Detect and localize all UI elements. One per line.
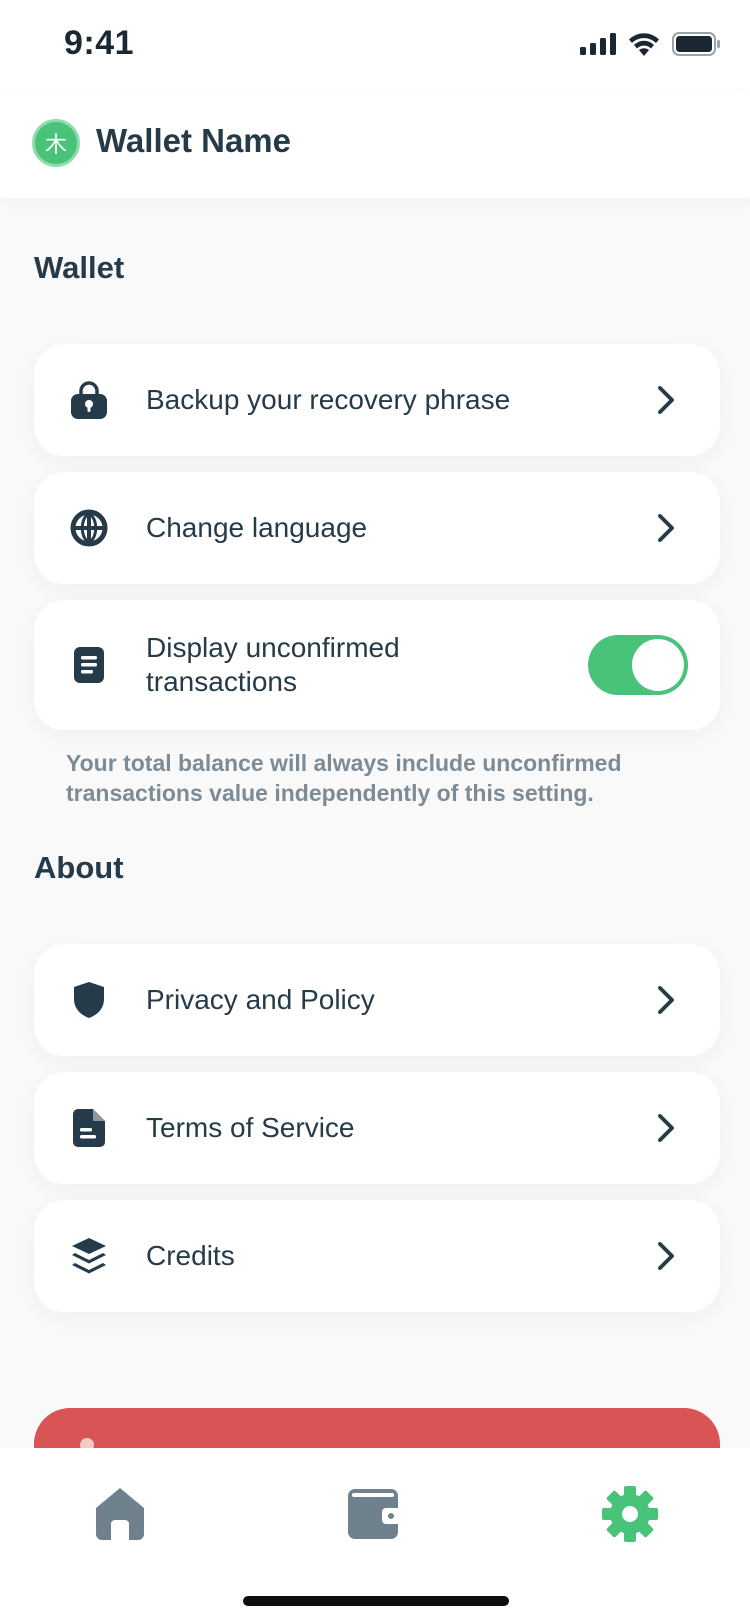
item-label: Backup your recovery phrase (146, 384, 511, 415)
gear-icon (602, 1486, 658, 1542)
chevron-right-icon (658, 1114, 674, 1142)
tab-home[interactable] (90, 1484, 150, 1544)
section-title-wallet: Wallet (34, 250, 125, 285)
document-icon (70, 646, 108, 684)
unconfirmed-transactions-toggle[interactable] (588, 635, 688, 695)
credits-item[interactable]: Credits (34, 1200, 720, 1312)
avatar-glyph: 木 (44, 133, 67, 158)
chevron-right-icon (658, 986, 674, 1014)
tab-wallet[interactable] (345, 1484, 405, 1544)
toggle-knob (632, 639, 684, 691)
wallet-name[interactable]: Wallet Name (96, 122, 291, 160)
status-bar: 9:41 (0, 0, 750, 92)
tab-bar (0, 1448, 750, 1624)
shield-icon (70, 981, 108, 1019)
terms-of-service-item[interactable]: Terms of Service (34, 1072, 720, 1184)
wifi-icon (629, 33, 659, 56)
item-label: Credits (146, 1240, 235, 1271)
item-label: Terms of Service (146, 1112, 355, 1143)
chevron-right-icon (658, 514, 674, 542)
status-icons (580, 32, 720, 56)
display-unconfirmed-transactions-item[interactable]: Display unconfirmed transactions (34, 600, 720, 730)
section-title-about: About (34, 850, 124, 885)
chevron-right-icon (658, 1242, 674, 1270)
globe-icon (70, 509, 108, 547)
layers-icon (70, 1237, 108, 1275)
wallet-icon (348, 1489, 402, 1539)
backup-recovery-phrase-item[interactable]: Backup your recovery phrase (34, 344, 720, 456)
lock-icon (70, 381, 108, 419)
chevron-right-icon (658, 386, 674, 414)
battery-icon (672, 32, 720, 56)
app-header: 木 Wallet Name (0, 92, 750, 198)
home-icon (96, 1488, 144, 1540)
item-label: Change language (146, 512, 368, 543)
cellular-signal-icon (580, 33, 616, 55)
file-icon (70, 1109, 108, 1147)
privacy-policy-item[interactable]: Privacy and Policy (34, 944, 720, 1056)
change-language-item[interactable]: Change language (34, 472, 720, 584)
item-label: Privacy and Policy (146, 984, 375, 1015)
balance-hint-text: Your total balance will always include u… (66, 750, 622, 806)
tab-settings[interactable] (600, 1484, 660, 1544)
wallet-avatar[interactable]: 木 (32, 119, 80, 167)
status-time: 9:41 (64, 24, 135, 62)
home-indicator (243, 1596, 509, 1606)
item-label: Display unconfirmed transactions (146, 632, 400, 697)
